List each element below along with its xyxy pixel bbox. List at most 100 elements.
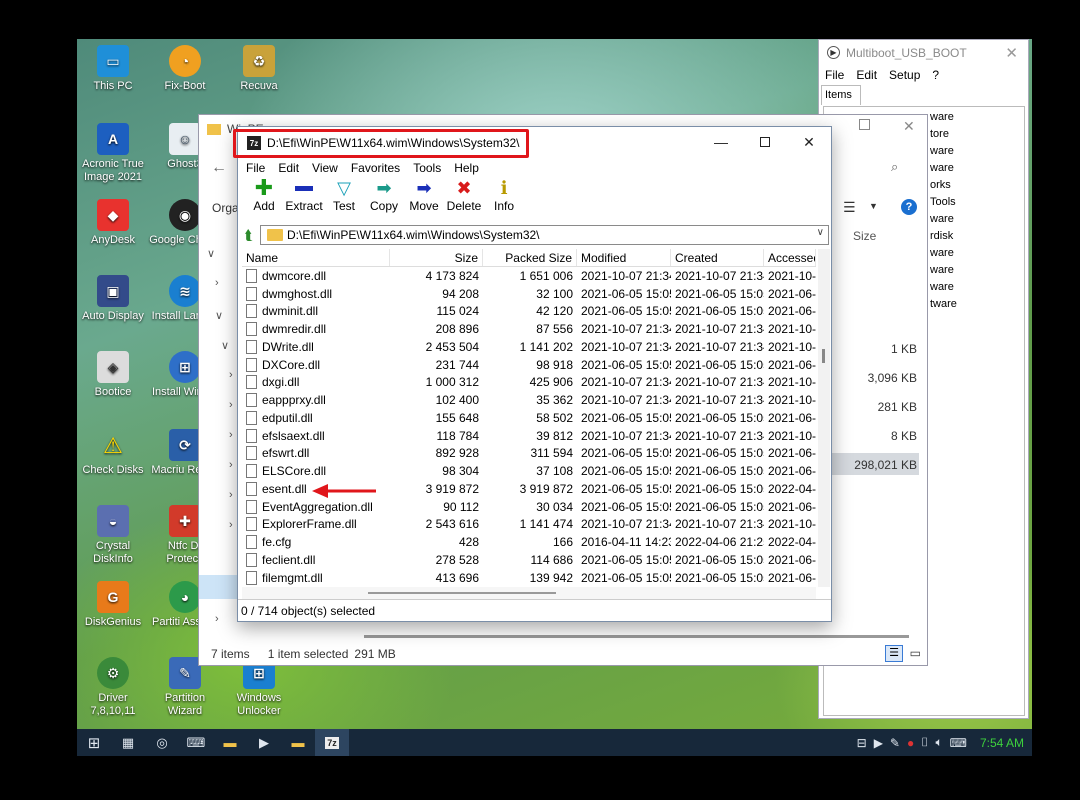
list-item[interactable]: Tools xyxy=(930,196,956,208)
list-item[interactable]: tware xyxy=(930,298,957,310)
desktop-icon-diskgenius[interactable]: G DiskGenius xyxy=(77,581,149,629)
usb-icon[interactable]: ⌷ xyxy=(921,735,928,750)
column-modified[interactable]: Modified xyxy=(577,249,671,266)
taskbar-keyboard-button[interactable]: ⌨ xyxy=(179,729,213,756)
desktop-icon-check-disks[interactable]: ⚠ Check Disks xyxy=(77,429,149,477)
desktop-icon-anydesk[interactable]: ◆ AnyDesk xyxy=(77,199,149,247)
list-item[interactable]: ware xyxy=(930,145,954,157)
menu-view[interactable]: View xyxy=(312,161,338,175)
chevron-right-icon[interactable]: › xyxy=(229,399,233,411)
table-row[interactable]: feclient.dll 278 528 114 686 2021-06-05 15:… xyxy=(242,551,816,569)
desktop-icon-auto-display[interactable]: ▣ Auto Display xyxy=(77,275,149,323)
list-item[interactable]: ware xyxy=(930,264,954,276)
horizontal-scrollbar[interactable] xyxy=(242,587,816,599)
list-item[interactable]: ware xyxy=(930,281,954,293)
menu-file[interactable]: File xyxy=(246,161,265,175)
table-row[interactable]: dwmredir.dll 208 896 87 556 2021-10-07 21:3… xyxy=(242,320,816,338)
up-folder-icon[interactable]: ⮬ xyxy=(238,224,260,246)
test-button[interactable]: ▽ Test xyxy=(324,177,364,214)
column-accessed[interactable]: Accessed xyxy=(764,249,816,266)
table-row[interactable]: edputil.dll 155 648 58 502 2021-06-05 15:05… xyxy=(242,409,816,427)
menu-favorites[interactable]: Favorites xyxy=(351,161,400,175)
list-item[interactable]: ware xyxy=(930,247,954,259)
chevron-right-icon[interactable]: › xyxy=(215,277,219,289)
table-row[interactable]: eappprxy.dll 102 400 35 362 2021-10-07 21:3… xyxy=(242,391,816,409)
brush-icon[interactable]: ✎ xyxy=(890,736,900,750)
taskbar-app-button[interactable]: ▦ xyxy=(111,729,145,756)
list-item[interactable]: ware xyxy=(930,213,954,225)
list-item[interactable]: tore xyxy=(930,128,949,140)
extract-button[interactable]: Extract xyxy=(284,177,324,213)
scroll-thumb[interactable] xyxy=(368,592,556,594)
table-row[interactable]: ExplorerFrame.dll 2 543 616 1 141 474 2021-… xyxy=(242,516,816,534)
copy-button[interactable]: ➡ Copy xyxy=(364,177,404,214)
table-row[interactable]: dwminit.dll 115 024 42 120 2021-06-05 15:05… xyxy=(242,303,816,321)
desktop-icon-driver[interactable]: ⚙ Driver 7,8,10,11 xyxy=(77,657,149,718)
list-item[interactable]: ware xyxy=(930,111,954,123)
column-name[interactable]: Name xyxy=(242,249,390,266)
view-list-icon[interactable]: ☰ xyxy=(843,199,856,216)
table-row[interactable]: DWrite.dll 2 453 504 1 141 202 2021-10-07 2… xyxy=(242,338,816,356)
desktop-icon-fix-boot[interactable]: ◔ Fix-Boot xyxy=(149,45,221,93)
taskbar-7zip-button[interactable]: 7z xyxy=(315,729,349,756)
menu-edit[interactable]: Edit xyxy=(856,68,877,82)
taskbar-network-button[interactable]: ◎ xyxy=(145,729,179,756)
chevron-down-icon[interactable]: ▼ xyxy=(869,201,878,211)
move-button[interactable]: ➡ Move xyxy=(404,177,444,214)
table-row[interactable]: efslsaext.dll 118 784 39 812 2021-10-07 21:… xyxy=(242,427,816,445)
taskbar-folder-button[interactable]: ▬ xyxy=(281,729,315,756)
column-size[interactable]: Size xyxy=(390,249,483,266)
table-row[interactable]: EventAggregation.dll 90 112 30 034 2021-06-… xyxy=(242,498,816,516)
start-button[interactable]: ⊞ xyxy=(77,729,111,756)
chevron-right-icon[interactable]: › xyxy=(229,369,233,381)
chevron-right-icon[interactable]: › xyxy=(229,429,233,441)
desktop-icon-crystal-diskinfo[interactable]: ◒ Crystal DiskInfo xyxy=(77,505,149,566)
list-item[interactable]: orks xyxy=(930,179,951,191)
desktop-icon-windows-unlocker[interactable]: ⊞ Windows Unlocker xyxy=(223,657,295,718)
tab-items[interactable]: Items xyxy=(821,85,861,105)
tiles-view-icon[interactable]: ▭ xyxy=(910,646,921,660)
desktop-icon-recuva[interactable]: ♻ Recuva xyxy=(223,45,295,93)
chevron-down-icon[interactable]: ∨ xyxy=(817,227,824,238)
search-icon[interactable]: ⌕ xyxy=(891,159,898,175)
table-row[interactable]: dwmcore.dll 4 173 824 1 651 006 2021-10-07 … xyxy=(242,267,816,285)
clock[interactable]: 7:54 AM xyxy=(980,736,1024,750)
scroll-thumb[interactable] xyxy=(822,349,825,363)
menu-file[interactable]: File xyxy=(825,68,844,82)
chevron-down-icon[interactable]: ∨ xyxy=(207,247,215,260)
column-created[interactable]: Created xyxy=(671,249,764,266)
column-packed-size[interactable]: Packed Size xyxy=(483,249,577,266)
table-row[interactable]: dwmghost.dll 94 208 32 100 2021-06-05 15:05… xyxy=(242,285,816,303)
chevron-down-icon[interactable]: ∨ xyxy=(215,309,223,322)
maximize-icon[interactable] xyxy=(859,119,870,130)
table-row[interactable]: ELSCore.dll 98 304 37 108 2021-06-05 15:05 2… xyxy=(242,462,816,480)
selected-nav-item[interactable] xyxy=(199,575,237,599)
menu-help[interactable]: ? xyxy=(932,68,939,82)
minimize-button[interactable]: — xyxy=(699,127,743,157)
add-button[interactable]: ✚ Add xyxy=(244,175,284,213)
desktop-icon-this-pc[interactable]: ▭ This PC xyxy=(77,45,149,93)
close-button[interactable]: ✕ xyxy=(787,127,831,157)
chevron-right-icon[interactable]: › xyxy=(215,613,219,625)
chevron-right-icon[interactable]: › xyxy=(229,519,233,531)
media-play-icon[interactable]: ▶ xyxy=(874,736,883,750)
table-row[interactable]: efswrt.dll 892 928 311 594 2021-06-05 15:05… xyxy=(242,445,816,463)
address-input[interactable]: D:\Efi\WinPE\W11x64.wim\Windows\System32… xyxy=(260,225,829,245)
vertical-scrollbar[interactable] xyxy=(818,249,830,587)
volume-icon[interactable]: 🔈︎ xyxy=(935,735,942,750)
chevron-right-icon[interactable]: › xyxy=(229,459,233,471)
menu-edit[interactable]: Edit xyxy=(278,161,299,175)
table-row[interactable]: fe.cfg 428 166 2016-04-11 14:23 2022-04-06 2… xyxy=(242,533,816,551)
keyboard-layout-icon[interactable]: ⌨ xyxy=(950,736,967,750)
chevron-down-icon[interactable]: ∨ xyxy=(221,339,229,352)
desktop-icon-acronis[interactable]: A Acronic True Image 2021 xyxy=(77,123,149,184)
record-icon[interactable]: ● xyxy=(907,736,914,750)
menu-tools[interactable]: Tools xyxy=(413,161,441,175)
list-item[interactable]: ware xyxy=(930,162,954,174)
network-icon[interactable]: ⊟ xyxy=(857,736,867,750)
table-row[interactable]: DXCore.dll 231 744 98 918 2021-06-05 15:05 2… xyxy=(242,356,816,374)
table-row[interactable]: filemgmt.dll 413 696 139 942 2021-06-05 15:… xyxy=(242,569,816,587)
help-icon[interactable]: ? xyxy=(901,199,917,215)
close-icon[interactable]: ✕ xyxy=(1005,44,1018,62)
chevron-right-icon[interactable]: › xyxy=(229,489,233,501)
